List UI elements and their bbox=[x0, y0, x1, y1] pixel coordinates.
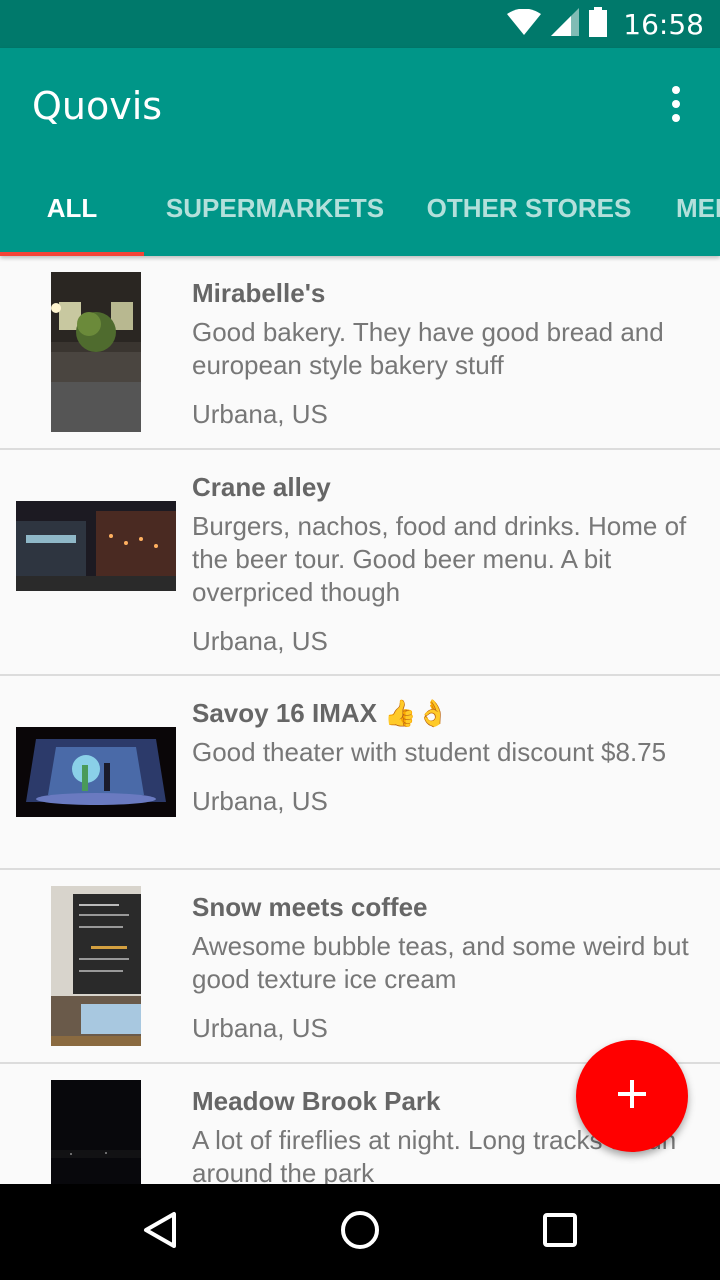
place-thumbnail bbox=[51, 886, 141, 1046]
tab-bar: ALL SUPERMARKETS OTHER STORES MEDICAL bbox=[0, 160, 720, 256]
battery-icon bbox=[589, 6, 608, 42]
status-bar: 16:58 bbox=[0, 0, 720, 48]
place-thumbnail bbox=[51, 1080, 141, 1184]
tab-all[interactable]: ALL bbox=[0, 160, 144, 256]
navigation-bar bbox=[0, 1184, 720, 1280]
place-location: Urbana, US bbox=[192, 786, 328, 816]
tab-indicator bbox=[0, 252, 144, 256]
home-icon bbox=[340, 1210, 380, 1255]
place-thumbnail bbox=[16, 727, 176, 817]
place-name: Mirabelle's bbox=[192, 278, 326, 308]
tab-supermarkets[interactable]: SUPERMARKETS bbox=[144, 160, 406, 256]
wifi-icon bbox=[507, 8, 542, 40]
place-thumbnail bbox=[16, 501, 176, 591]
place-description: Burgers, nachos, food and drinks. Home o… bbox=[192, 511, 687, 607]
place-name: Meadow Brook Park bbox=[192, 1086, 441, 1116]
place-location: Urbana, US bbox=[192, 626, 328, 656]
place-name: Crane alley bbox=[192, 472, 331, 502]
more-vert-icon-dot bbox=[672, 100, 680, 108]
more-vert-icon-dot bbox=[672, 114, 680, 122]
tab-medical[interactable]: MEDICAL bbox=[652, 160, 720, 256]
more-vert-icon-dot bbox=[672, 86, 680, 94]
add-icon bbox=[616, 1078, 648, 1115]
overflow-menu-button[interactable] bbox=[660, 86, 692, 122]
home-button[interactable] bbox=[300, 1184, 420, 1280]
app-title: Quovis bbox=[32, 84, 163, 128]
place-location: Urbana, US bbox=[192, 399, 328, 429]
app-bar: Quovis ALL SUPERMARKETS OTHER STORES MED… bbox=[0, 48, 720, 256]
place-name: Savoy 16 IMAX 👍👌 bbox=[192, 698, 449, 728]
tab-other-stores[interactable]: OTHER STORES bbox=[406, 160, 652, 256]
place-description: Good theater with student discount $8.75 bbox=[192, 737, 667, 767]
back-button[interactable] bbox=[100, 1184, 220, 1280]
recents-button[interactable] bbox=[500, 1184, 620, 1280]
place-thumbnail bbox=[51, 272, 141, 432]
place-name: Snow meets coffee bbox=[192, 892, 428, 922]
status-time: 16:58 bbox=[623, 7, 704, 41]
recents-icon bbox=[542, 1212, 578, 1253]
place-description: Awesome bubble teas, and some weird but … bbox=[192, 931, 689, 994]
list-item[interactable]: Mirabelle's Good bakery. They have good … bbox=[0, 256, 720, 450]
add-place-button[interactable] bbox=[576, 1040, 688, 1152]
screen: 16:58 Quovis ALL SUPERMARKETS OTHER STOR… bbox=[0, 0, 720, 1280]
list-item[interactable]: Snow meets coffee Awesome bubble teas, a… bbox=[0, 870, 720, 1064]
place-location: Urbana, US bbox=[192, 1013, 328, 1043]
cell-signal-icon bbox=[551, 7, 580, 41]
status-icons: 16:58 bbox=[507, 0, 704, 48]
list-item[interactable]: Savoy 16 IMAX 👍👌 Good theater with stude… bbox=[0, 676, 720, 870]
place-description: Good bakery. They have good bread and eu… bbox=[192, 317, 664, 380]
list-item[interactable]: Crane alley Burgers, nachos, food and dr… bbox=[0, 450, 720, 676]
back-icon bbox=[140, 1210, 180, 1255]
